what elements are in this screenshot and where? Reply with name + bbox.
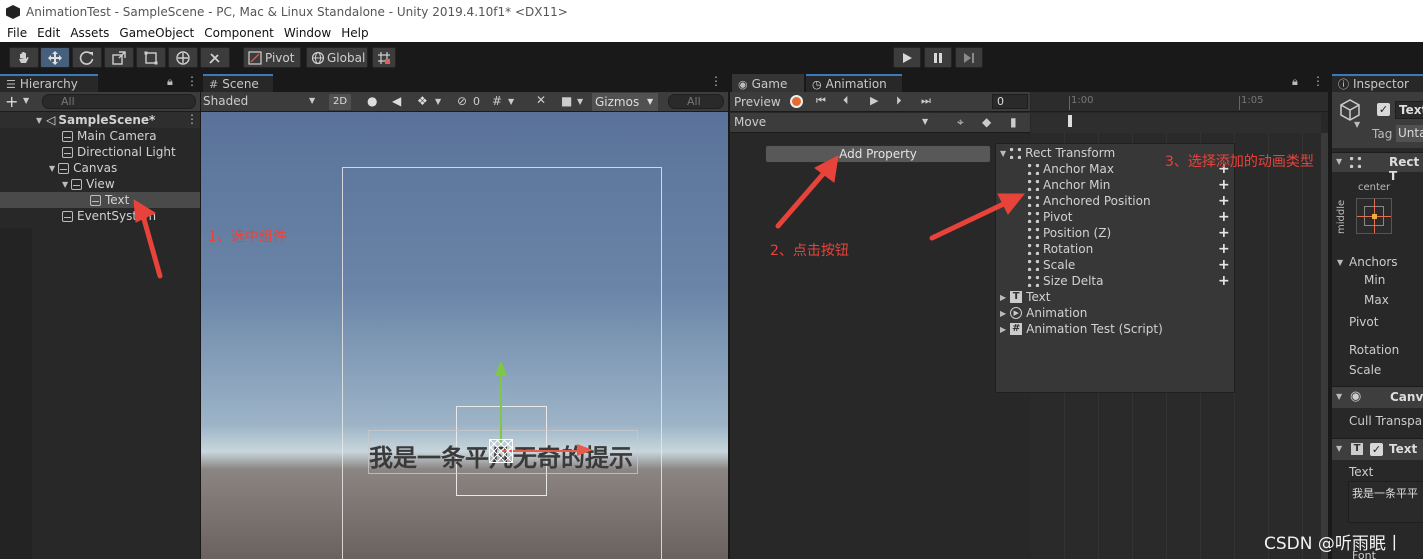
annotation-step2: 2、点击按钮 — [770, 243, 849, 259]
csdn-watermark: CSDN @听雨眠丨 — [1264, 534, 1403, 554]
annotation-step3: 3、选择添加的动画类型 — [1165, 154, 1314, 170]
arrow-step1 — [139, 209, 163, 279]
annotation-arrows — [133, 155, 1026, 279]
arrow-step2 — [775, 163, 833, 229]
arrow-step3 — [929, 197, 1015, 241]
annotation-step1: 1、选中组件 — [208, 229, 287, 245]
